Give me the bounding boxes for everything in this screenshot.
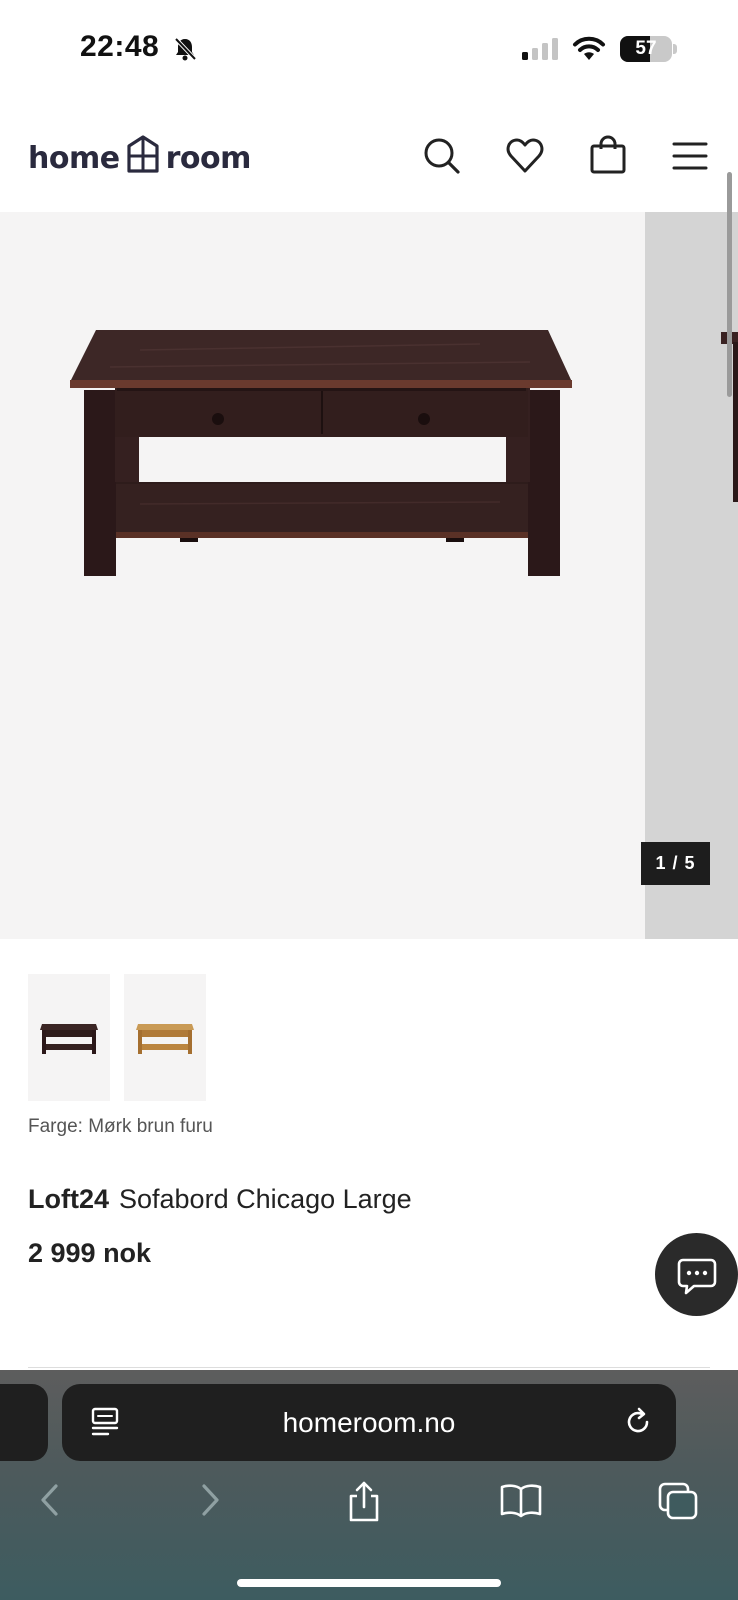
variant-thumb-natural-pine[interactable] bbox=[124, 974, 206, 1101]
bell-slash-icon bbox=[172, 36, 198, 67]
homeroom-logo[interactable]: home room bbox=[28, 134, 252, 182]
search-icon[interactable] bbox=[420, 134, 464, 178]
site-header: home room bbox=[0, 100, 738, 212]
product-image-gallery[interactable] bbox=[0, 212, 645, 939]
variant-thumb-dark-brown[interactable] bbox=[28, 974, 110, 1101]
share-icon[interactable] bbox=[344, 1480, 384, 1529]
image-counter: 1 / 5 bbox=[641, 842, 710, 885]
next-image-peek bbox=[721, 332, 738, 502]
battery-icon: 57 bbox=[620, 36, 672, 62]
status-bar: 22:48 57 bbox=[0, 0, 738, 100]
logo-text-room: room bbox=[165, 140, 252, 176]
battery-level: 57 bbox=[635, 38, 657, 59]
coffee-table-dark-image bbox=[70, 330, 572, 576]
product-name: Sofabord Chicago Large bbox=[119, 1184, 412, 1214]
chat-bubble-icon bbox=[677, 1258, 716, 1294]
natural-table-thumb-image bbox=[136, 1023, 194, 1054]
signal-icon bbox=[522, 38, 560, 65]
battery-tip bbox=[673, 44, 677, 54]
product-price: 2 999 nok bbox=[28, 1238, 152, 1268]
reload-icon[interactable] bbox=[622, 1406, 654, 1443]
page-scrollbar[interactable] bbox=[727, 172, 732, 397]
home-indicator[interactable] bbox=[237, 1579, 501, 1587]
address-bar[interactable]: homeroom.no bbox=[62, 1384, 676, 1461]
color-variant-list bbox=[28, 974, 206, 1101]
bag-icon[interactable] bbox=[586, 134, 630, 178]
logo-text-home: home bbox=[28, 140, 120, 176]
forward-icon[interactable] bbox=[194, 1480, 226, 1525]
product-brand[interactable]: Loft24 bbox=[28, 1184, 109, 1214]
tabs-icon[interactable] bbox=[656, 1480, 700, 1527]
url-text: homeroom.no bbox=[282, 1406, 456, 1438]
product-title: Loft24 Sofabord Chicago Large bbox=[28, 1184, 412, 1215]
browser-toolbar: homeroom.no bbox=[0, 1370, 738, 1600]
content-divider bbox=[28, 1367, 710, 1368]
heart-icon[interactable] bbox=[503, 134, 547, 178]
previous-tab-preview[interactable] bbox=[0, 1384, 48, 1461]
dark-table-thumb-image bbox=[40, 1023, 98, 1054]
chat-button[interactable] bbox=[655, 1233, 738, 1316]
house-logo-icon bbox=[126, 134, 160, 182]
selected-color-label: Farge: Mørk brun furu bbox=[28, 1116, 213, 1137]
bookmarks-icon[interactable] bbox=[498, 1480, 544, 1525]
next-image-preview[interactable] bbox=[645, 212, 738, 939]
wifi-icon bbox=[572, 36, 606, 67]
menu-icon[interactable] bbox=[668, 134, 712, 178]
back-icon[interactable] bbox=[34, 1480, 66, 1525]
status-time: 22:48 bbox=[80, 30, 160, 63]
